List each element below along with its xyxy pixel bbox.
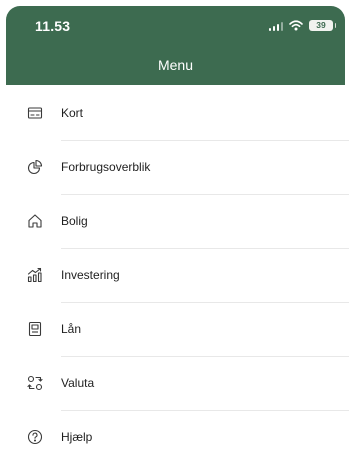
header-bar: 11.53 39 Menu (6, 6, 345, 85)
menu-item-label: Valuta (61, 376, 95, 390)
wifi-icon (289, 20, 303, 31)
menu-item-kort[interactable]: Kort (0, 86, 349, 140)
house-icon (27, 213, 43, 229)
page-title: Menu (157, 57, 194, 73)
investment-chart-icon (27, 267, 43, 283)
menu-item-hjaelp[interactable]: Hjælp (0, 410, 349, 464)
menu-item-label: Lån (61, 322, 82, 336)
status-icons: 39 (268, 20, 336, 31)
menu-item-investering[interactable]: Investering (0, 248, 349, 302)
status-time: 11.53 (35, 18, 71, 34)
battery-icon: 39 (309, 20, 336, 31)
app-screen: 11.53 39 Menu Kort Forbrugsoverblik Boli… (0, 0, 349, 460)
help-icon (27, 429, 43, 445)
menu-item-label: Hjælp (61, 430, 93, 444)
card-icon (27, 105, 43, 121)
menu-item-valuta[interactable]: Valuta (0, 356, 349, 410)
menu-item-label: Investering (61, 268, 120, 282)
menu-item-label: Kort (61, 106, 84, 120)
pie-chart-icon (27, 159, 43, 175)
menu-item-forbrugsoverblik[interactable]: Forbrugsoverblik (0, 140, 349, 194)
loan-icon (27, 321, 43, 337)
menu-item-label: Forbrugsoverblik (61, 160, 151, 174)
menu-item-label: Bolig (61, 214, 88, 228)
menu-item-bolig[interactable]: Bolig (0, 194, 349, 248)
signal-icon (268, 21, 283, 31)
menu-list: Kort Forbrugsoverblik Bolig Investering … (0, 86, 349, 464)
currency-exchange-icon (27, 375, 43, 391)
menu-item-laan[interactable]: Lån (0, 302, 349, 356)
